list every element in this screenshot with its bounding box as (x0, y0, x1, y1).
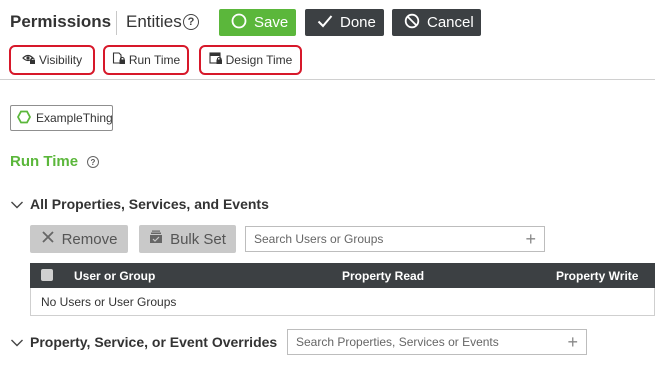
section-help-icon[interactable]: ? (87, 156, 99, 168)
remove-label: Remove (61, 230, 118, 248)
chevron-down-icon[interactable] (10, 197, 24, 215)
plus-icon[interactable]: + (525, 230, 536, 248)
tab-visibility[interactable]: Visibility (9, 45, 95, 75)
entity-chip-label: ExampleThing (36, 111, 113, 125)
tab-run-time-label: Run Time (128, 53, 181, 67)
cancel-label: Cancel (427, 14, 474, 31)
overrides-title: Property, Service, or Event Overrides (30, 334, 278, 350)
plus-icon[interactable]: + (567, 333, 578, 351)
help-icon[interactable]: ? (183, 14, 199, 30)
tab-run-time[interactable]: Run Time (103, 45, 189, 75)
tab-divider (0, 79, 655, 80)
cancel-icon (404, 13, 420, 33)
thing-hexagon-icon (16, 110, 32, 127)
column-header-property-write: Property Write (556, 269, 639, 283)
entities-label: Entities (126, 12, 182, 31)
table-body: No Users or User Groups (30, 288, 655, 316)
chevron-down-icon[interactable] (10, 335, 24, 353)
section-title: Run Time (10, 153, 79, 170)
bulk-set-button[interactable]: Bulk Set (139, 225, 236, 253)
search-properties-input[interactable]: Search Properties, Services or Events + (287, 329, 587, 355)
search-users-input[interactable]: Search Users or Groups + (245, 226, 545, 252)
circle-check-icon (231, 13, 247, 33)
bulk-set-label: Bulk Set (170, 230, 226, 248)
column-header-user-or-group: User or Group (74, 269, 156, 283)
table-header: User or Group Property Read Property Wri… (30, 263, 655, 288)
select-all-checkbox[interactable] (41, 269, 53, 281)
cancel-button[interactable]: Cancel (392, 9, 481, 36)
close-icon (41, 230, 55, 248)
save-button[interactable]: Save (219, 9, 296, 36)
empty-table-message: No Users or User Groups (41, 295, 177, 309)
remove-button[interactable]: Remove (30, 225, 128, 253)
done-button[interactable]: Done (305, 9, 384, 36)
eye-lock-icon (22, 52, 36, 68)
column-header-property-read: Property Read (342, 269, 425, 283)
save-label: Save (254, 14, 289, 31)
page-title: Permissions (10, 12, 112, 31)
designtime-lock-icon (209, 52, 223, 68)
search-properties-placeholder: Search Properties, Services or Events (296, 335, 499, 349)
entity-chip[interactable]: ExampleThing (10, 105, 113, 131)
all-properties-title: All Properties, Services, and Events (30, 196, 269, 212)
tab-visibility-label: Visibility (38, 53, 83, 67)
check-icon (317, 14, 333, 32)
bulk-set-icon (149, 230, 163, 248)
runtime-lock-icon (112, 52, 126, 68)
search-users-placeholder: Search Users or Groups (254, 232, 384, 246)
done-label: Done (340, 14, 376, 31)
tab-design-time-label: Design Time (225, 53, 293, 67)
tab-design-time[interactable]: Design Time (199, 45, 302, 75)
header-divider (116, 11, 117, 35)
